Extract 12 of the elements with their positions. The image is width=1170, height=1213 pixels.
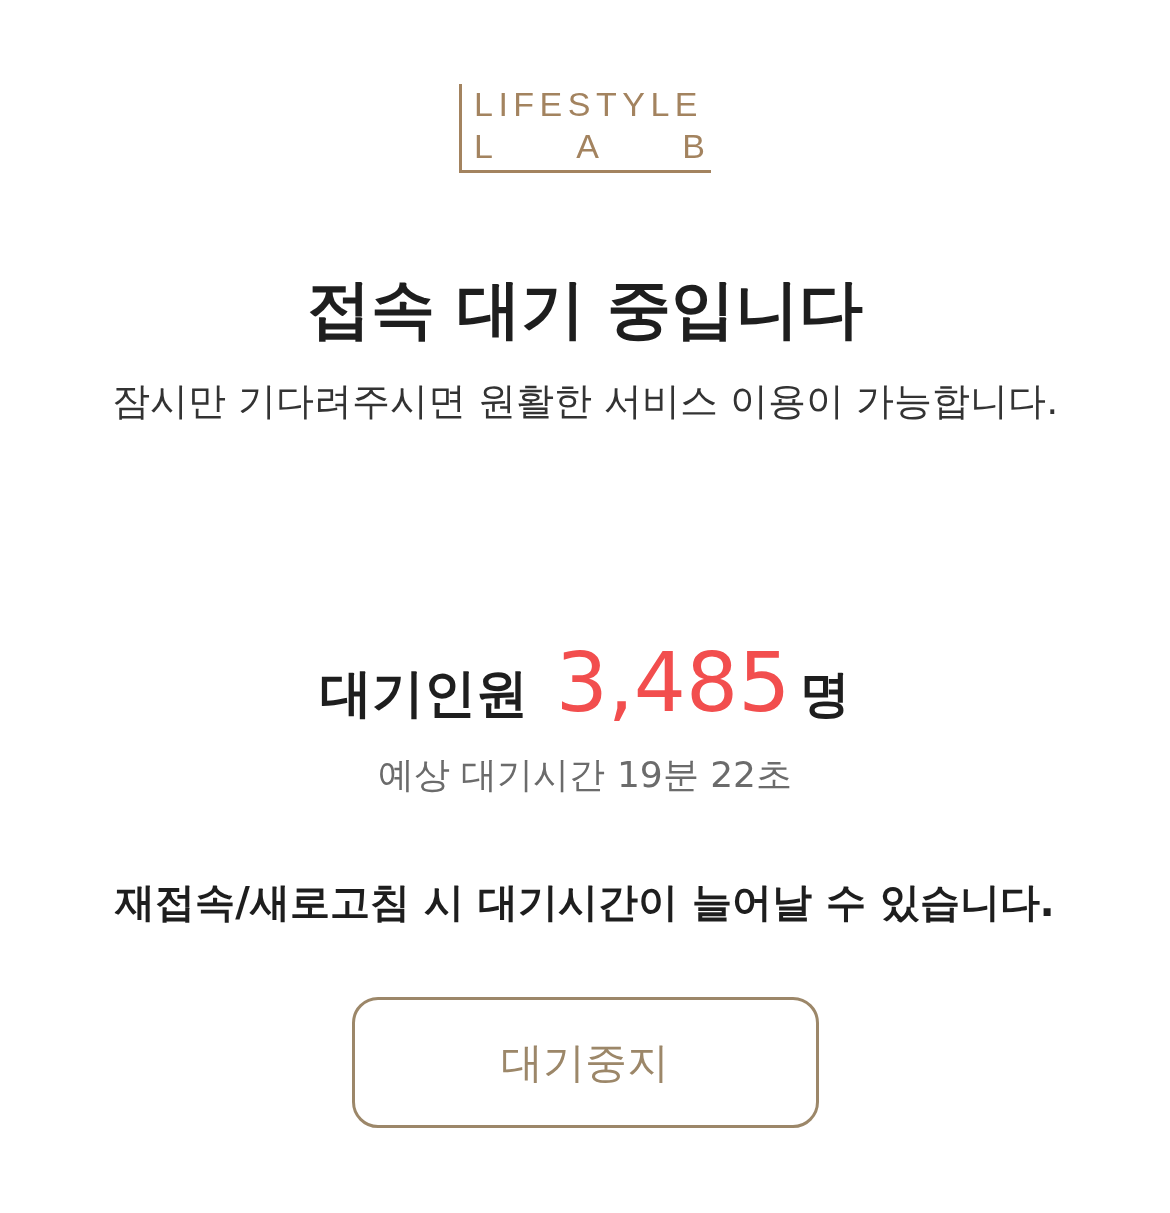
subtitle-text: 잠시만 기다려주시면 원활한 서비스 이용이 가능합니다. — [111, 378, 1059, 425]
queue-label: 대기인원 — [319, 662, 528, 725]
queue-count: 3,485 — [555, 638, 791, 728]
logo-text: LIFESTYLE — [474, 85, 703, 123]
page-heading: 접속 대기 중입니다 — [306, 271, 864, 347]
estimated-wait-text: 예상 대기시간 19분 22초 — [378, 753, 792, 797]
logo-letter: L — [474, 127, 493, 165]
notice-text: 재접속/새로고침 시 대기시간이 늘어날 수 있습니다. — [115, 878, 1055, 927]
stop-waiting-button[interactable]: 대기중지 — [351, 997, 819, 1128]
queue-unit: 명 — [800, 664, 851, 725]
logo-letter: B — [682, 127, 705, 165]
logo-letter: A — [576, 127, 599, 165]
